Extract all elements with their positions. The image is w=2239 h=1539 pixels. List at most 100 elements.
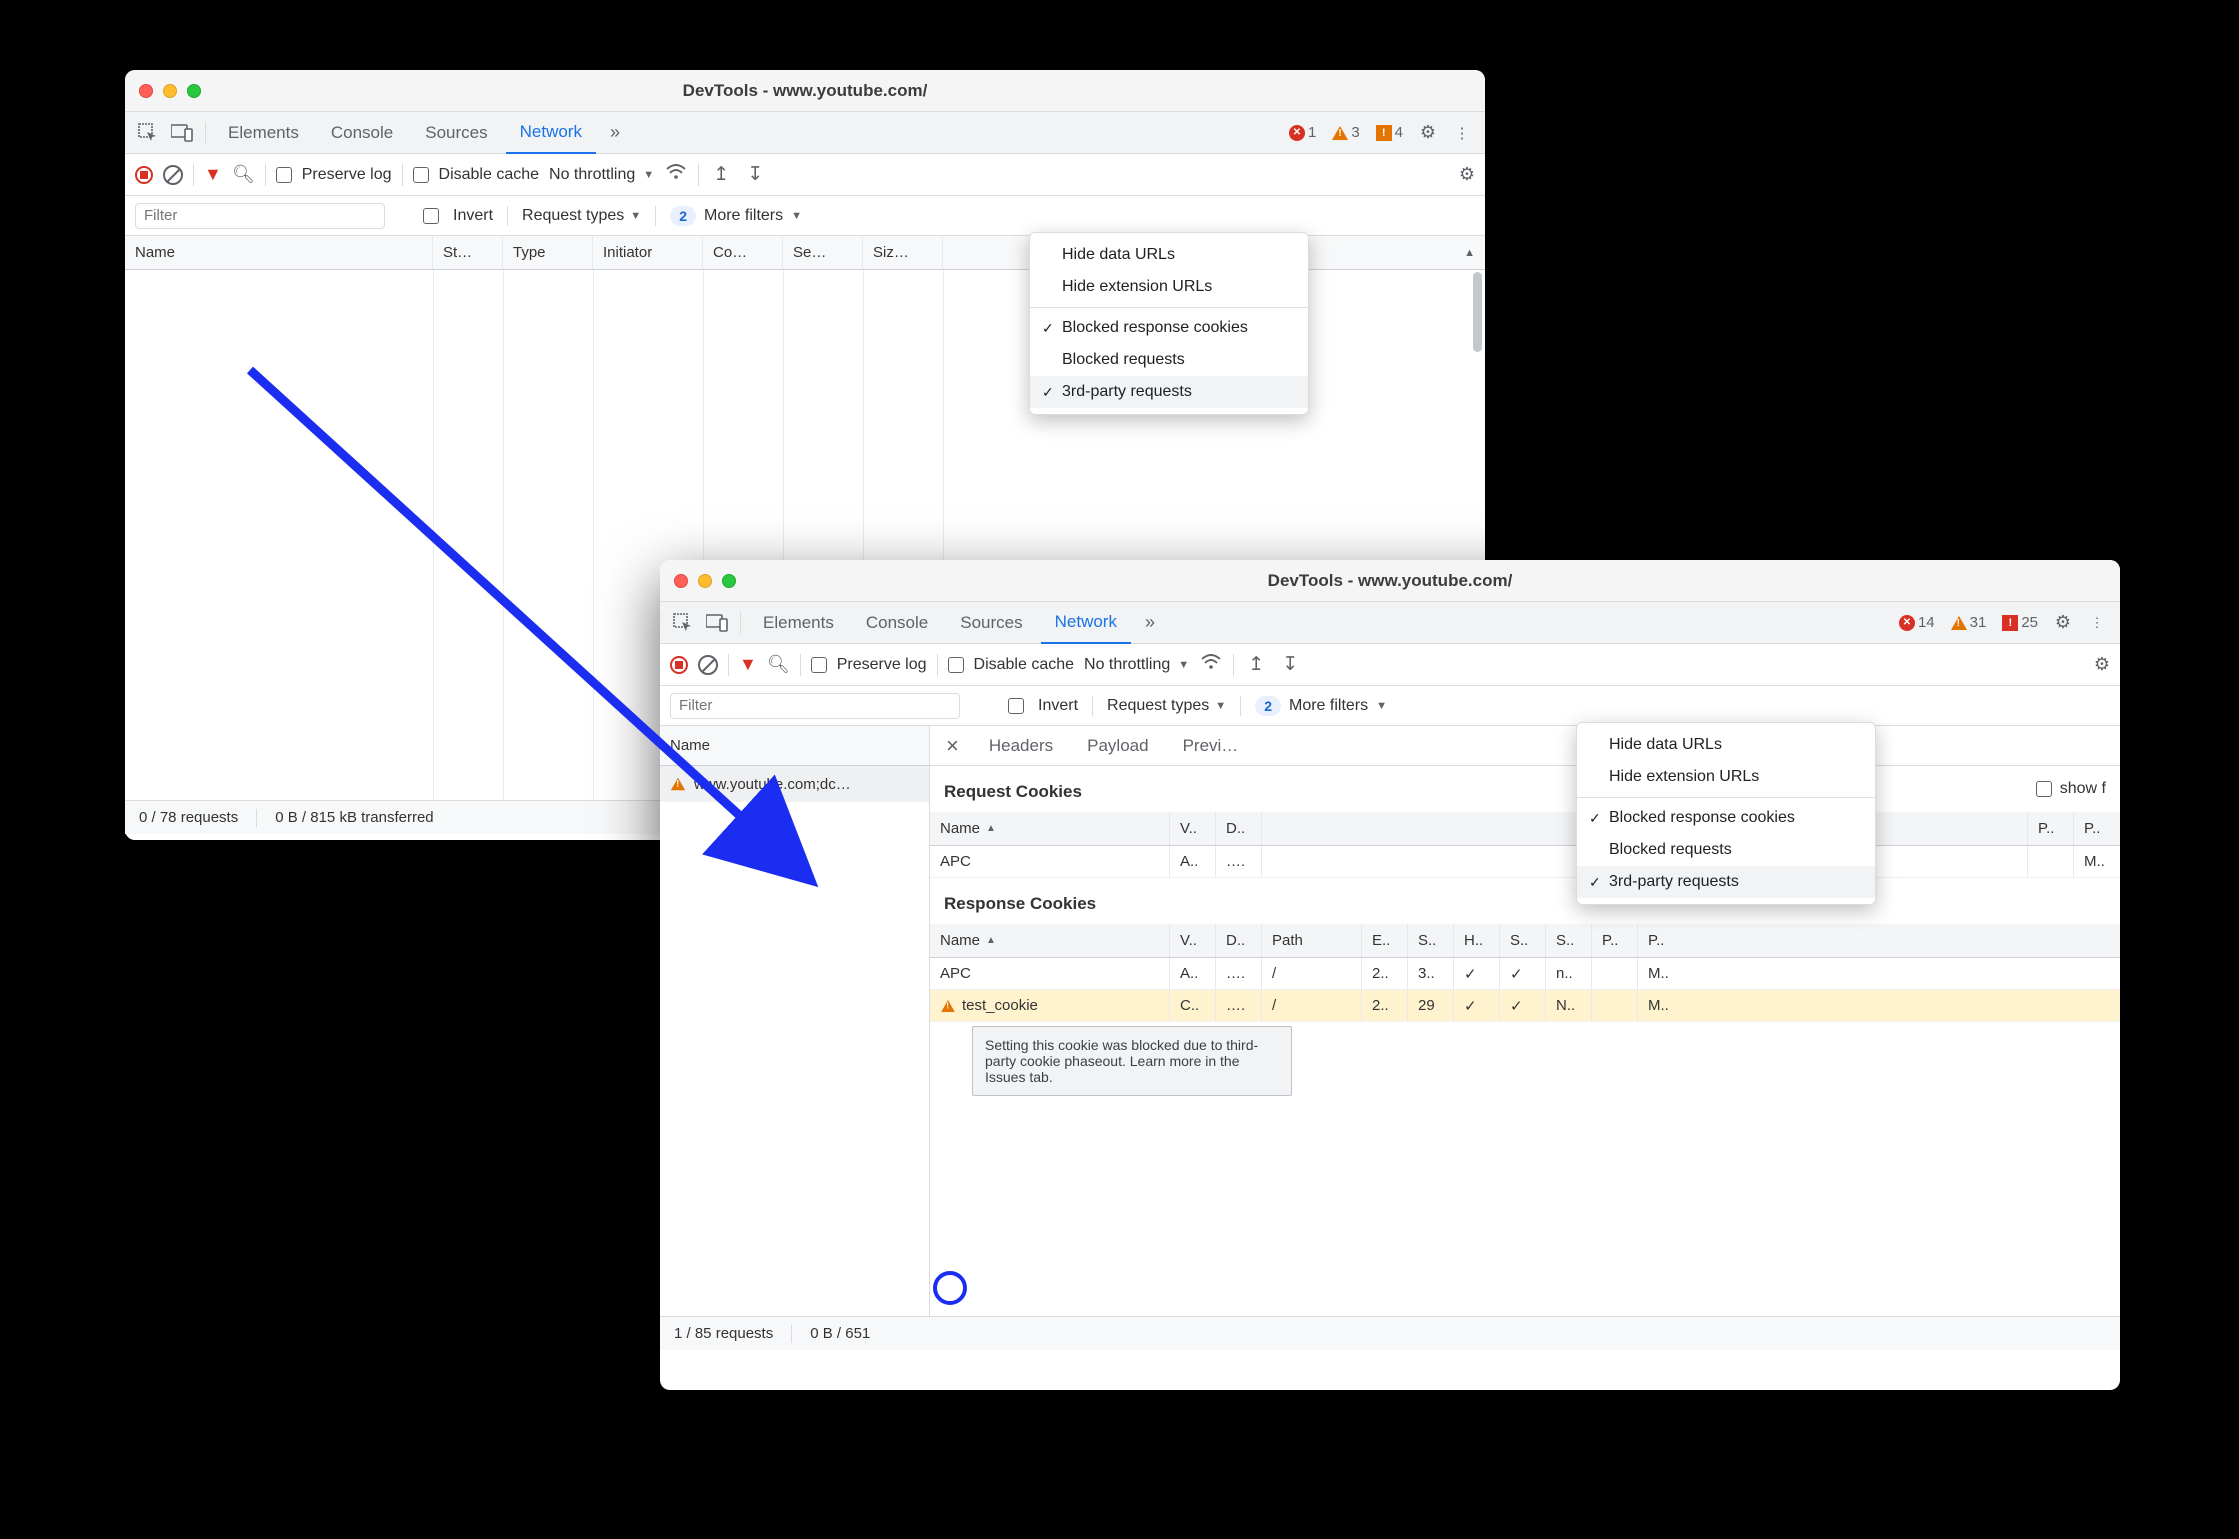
zoom-icon[interactable]	[722, 574, 736, 588]
close-icon[interactable]	[674, 574, 688, 588]
disable-cache-checkbox[interactable]	[948, 657, 964, 673]
minimize-icon[interactable]	[698, 574, 712, 588]
minimize-icon[interactable]	[163, 84, 177, 98]
tab-console[interactable]: Console	[852, 602, 942, 643]
close-detail-icon[interactable]: ×	[938, 733, 967, 759]
col-name[interactable]: Name	[660, 726, 929, 765]
gear-icon[interactable]: ⚙	[1459, 164, 1475, 185]
col-name[interactable]: Name	[930, 812, 1170, 845]
tab-payload[interactable]: Payload	[1075, 736, 1160, 756]
request-row[interactable]: www.youtube.com;dc…	[660, 766, 929, 802]
more-tabs-icon[interactable]: »	[1135, 608, 1165, 638]
record-button[interactable]	[670, 656, 688, 674]
menu-hide-ext-urls[interactable]: Hide extension URLs	[1577, 761, 1875, 793]
more-tabs-icon[interactable]: »	[600, 118, 630, 148]
col-http[interactable]: H..	[1454, 924, 1500, 957]
col-domain[interactable]: D..	[1216, 924, 1262, 957]
col-name[interactable]: Name	[930, 924, 1170, 957]
table-row[interactable]: APC A.. …. M..	[930, 846, 2120, 878]
filter-input[interactable]	[670, 693, 960, 719]
wifi-icon[interactable]	[1199, 654, 1223, 676]
search-icon[interactable]: 🔍︎	[232, 164, 255, 185]
warning-badge[interactable]: 3	[1326, 124, 1365, 141]
col-name[interactable]: Name	[125, 236, 433, 269]
menu-3rd-party[interactable]: 3rd-party requests	[1030, 376, 1308, 408]
menu-hide-data-urls[interactable]: Hide data URLs	[1577, 729, 1875, 761]
tab-preview[interactable]: Previ…	[1171, 736, 1251, 756]
tab-headers[interactable]: Headers	[977, 736, 1065, 756]
col-pr[interactable]: P..	[2074, 812, 2120, 845]
menu-3rd-party[interactable]: 3rd-party requests	[1577, 866, 1875, 898]
col-type[interactable]: Type	[503, 236, 593, 269]
settings-icon[interactable]: ⚙	[1413, 118, 1443, 148]
error-badge[interactable]: 14	[1893, 614, 1941, 631]
more-filters-dropdown[interactable]: 2 More filters ▼	[670, 206, 802, 226]
col-expires[interactable]: E..	[1362, 924, 1408, 957]
throttling-select[interactable]: No throttling▼	[1084, 656, 1189, 674]
kebab-icon[interactable]: ⋮	[1447, 118, 1477, 148]
upload-icon[interactable]: ↥	[709, 163, 733, 186]
menu-blocked-requests[interactable]: Blocked requests	[1030, 344, 1308, 376]
device-toolbar-icon[interactable]	[167, 118, 197, 148]
col-value[interactable]: V..	[1170, 924, 1216, 957]
tab-console[interactable]: Console	[317, 112, 407, 153]
throttling-select[interactable]: No throttling▼	[549, 166, 654, 184]
tab-sources[interactable]: Sources	[946, 602, 1036, 643]
record-button[interactable]	[135, 166, 153, 184]
col-status[interactable]: St…	[433, 236, 503, 269]
tab-network[interactable]: Network	[506, 113, 596, 154]
col-priority[interactable]: P..	[1638, 924, 1684, 957]
search-icon[interactable]: 🔍︎	[767, 654, 790, 675]
inspect-icon[interactable]	[133, 118, 163, 148]
issues-badge[interactable]: 4	[1370, 124, 1409, 141]
clear-button[interactable]	[163, 165, 183, 185]
tab-network[interactable]: Network	[1041, 603, 1131, 644]
tab-elements[interactable]: Elements	[749, 602, 848, 643]
col-co[interactable]: Co…	[703, 236, 783, 269]
filter-icon[interactable]: ▼	[204, 164, 222, 185]
col-pa[interactable]: P..	[1592, 924, 1638, 957]
menu-blocked-resp-cookies[interactable]: Blocked response cookies	[1577, 802, 1875, 834]
clear-button[interactable]	[698, 655, 718, 675]
invert-checkbox[interactable]	[1008, 698, 1024, 714]
download-icon[interactable]: ↧	[1278, 653, 1302, 676]
request-types-dropdown[interactable]: Request types▼	[522, 207, 641, 225]
error-badge[interactable]: 1	[1283, 124, 1322, 141]
gear-icon[interactable]: ⚙	[2094, 654, 2110, 675]
tab-sources[interactable]: Sources	[411, 112, 501, 153]
request-types-dropdown[interactable]: Request types▼	[1107, 697, 1226, 715]
col-value[interactable]: V..	[1170, 812, 1216, 845]
warning-badge[interactable]: 31	[1945, 614, 1993, 631]
invert-checkbox[interactable]	[423, 208, 439, 224]
menu-hide-data-urls[interactable]: Hide data URLs	[1030, 239, 1308, 271]
download-icon[interactable]: ↧	[743, 163, 767, 186]
more-filters-dropdown[interactable]: 2 More filters ▼	[1255, 696, 1387, 716]
kebab-icon[interactable]: ⋮	[2082, 608, 2112, 638]
col-pa[interactable]: P..	[2028, 812, 2074, 845]
settings-icon[interactable]: ⚙	[2048, 608, 2078, 638]
col-se[interactable]: Se…	[783, 236, 863, 269]
table-row-blocked[interactable]: test_cookie C.. …. / 2.. 29 ✓ ✓ N.. M..	[930, 990, 2120, 1022]
col-size[interactable]: S..	[1408, 924, 1454, 957]
col-domain[interactable]: D..	[1216, 812, 1262, 845]
menu-blocked-resp-cookies[interactable]: Blocked response cookies	[1030, 312, 1308, 344]
issues-badge[interactable]: 25	[1996, 614, 2044, 631]
wifi-icon[interactable]	[664, 164, 688, 186]
show-filtered[interactable]: show f	[2036, 780, 2106, 798]
col-initiator[interactable]: Initiator	[593, 236, 703, 269]
filter-input[interactable]	[135, 203, 385, 229]
close-icon[interactable]	[139, 84, 153, 98]
preserve-log-checkbox[interactable]	[811, 657, 827, 673]
upload-icon[interactable]: ↥	[1244, 653, 1268, 676]
menu-hide-ext-urls[interactable]: Hide extension URLs	[1030, 271, 1308, 303]
col-path[interactable]: Path	[1262, 924, 1362, 957]
disable-cache-checkbox[interactable]	[413, 167, 429, 183]
tab-elements[interactable]: Elements	[214, 112, 313, 153]
scrollbar[interactable]	[1473, 272, 1482, 352]
device-toolbar-icon[interactable]	[702, 608, 732, 638]
menu-blocked-requests[interactable]: Blocked requests	[1577, 834, 1875, 866]
zoom-icon[interactable]	[187, 84, 201, 98]
col-secure[interactable]: S..	[1500, 924, 1546, 957]
preserve-log-checkbox[interactable]	[276, 167, 292, 183]
col-samesite[interactable]: S..	[1546, 924, 1592, 957]
